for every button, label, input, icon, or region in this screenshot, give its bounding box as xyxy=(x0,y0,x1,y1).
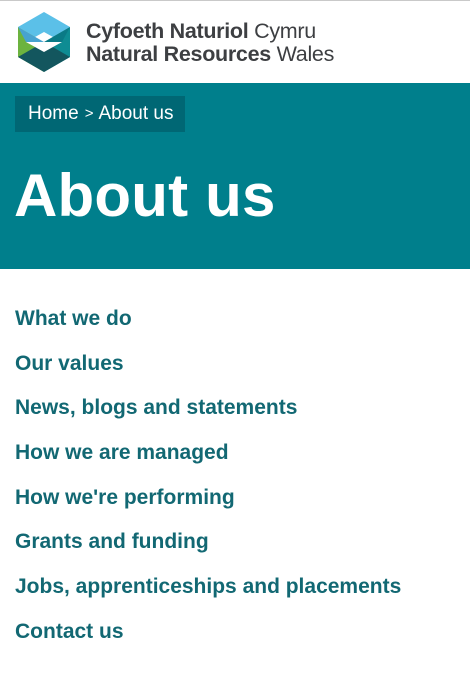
list-item: What we do xyxy=(0,300,470,345)
logo-text: Cyfoeth Naturiol Cymru Natural Resources… xyxy=(86,20,334,66)
about-nav-list: What we do Our values News, blogs and st… xyxy=(0,300,470,658)
nav-link-jobs-apprenticeships-placements[interactable]: Jobs, apprenticeships and placements xyxy=(15,568,401,606)
nrw-hexagon-logo-icon xyxy=(18,12,70,72)
logo-english-light: Wales xyxy=(276,42,335,66)
list-item: Grants and funding xyxy=(0,523,470,568)
breadcrumb-current: About us xyxy=(98,103,174,124)
list-item: Contact us xyxy=(0,613,470,658)
nav-link-how-were-performing[interactable]: How we're performing xyxy=(15,479,235,517)
list-item: News, blogs and statements xyxy=(0,389,470,434)
nav-link-how-we-are-managed[interactable]: How we are managed xyxy=(15,434,229,472)
nav-link-news-blogs-statements[interactable]: News, blogs and statements xyxy=(15,389,297,427)
nav-link-contact-us[interactable]: Contact us xyxy=(15,613,124,651)
logo-welsh-bold: Cyfoeth Naturiol xyxy=(86,19,249,43)
list-item: Jobs, apprenticeships and placements xyxy=(0,568,470,613)
breadcrumb: Home > About us xyxy=(15,96,186,132)
page-title: About us xyxy=(14,162,276,229)
logo-english-bold: Natural Resources xyxy=(86,42,271,66)
breadcrumb-home-link[interactable]: Home xyxy=(28,96,79,132)
nav-link-grants-and-funding[interactable]: Grants and funding xyxy=(15,523,209,561)
list-item: How we're performing xyxy=(0,479,470,524)
logo-welsh-light: Cymru xyxy=(254,19,316,43)
list-item: Our values xyxy=(0,345,470,390)
hero-banner: Home > About us About us xyxy=(0,83,470,269)
list-item: How we are managed xyxy=(0,434,470,479)
breadcrumb-separator: > xyxy=(84,105,94,122)
nav-link-what-we-do[interactable]: What we do xyxy=(15,300,132,338)
site-header: Cyfoeth Naturiol Cymru Natural Resources… xyxy=(0,1,470,83)
nav-link-our-values[interactable]: Our values xyxy=(15,345,124,383)
